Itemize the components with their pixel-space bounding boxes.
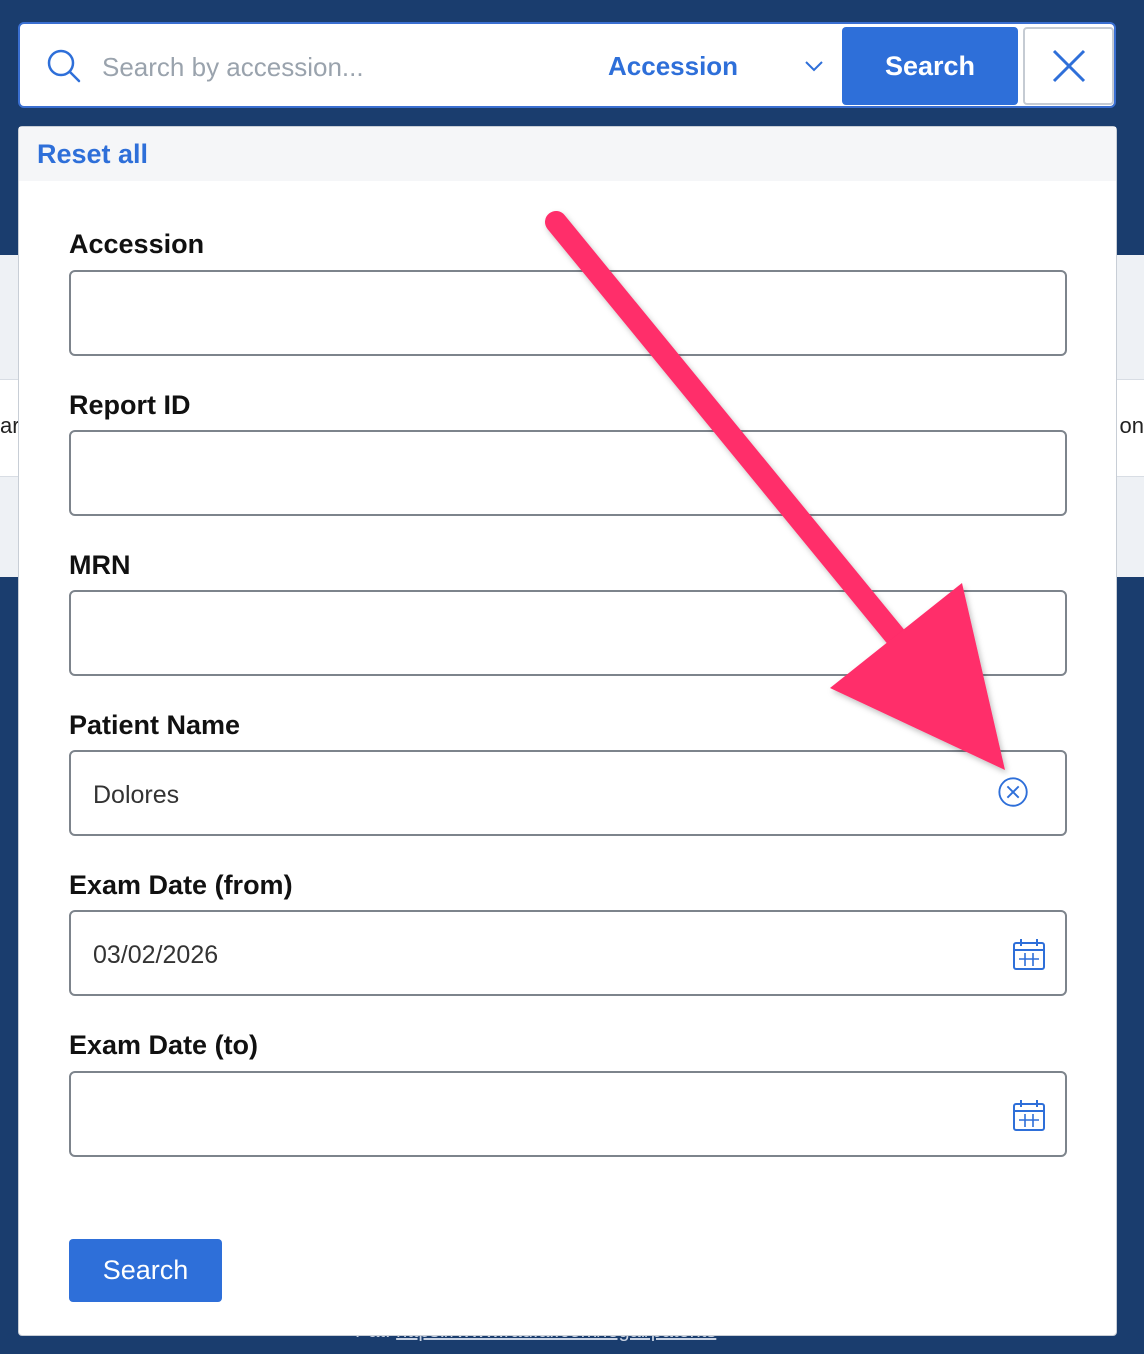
search-mode-label: Accession xyxy=(608,50,739,81)
search-icon xyxy=(47,49,81,83)
background-text-fragment-left: ar xyxy=(0,413,20,438)
search-mode-select[interactable]: Accession xyxy=(590,42,840,90)
background-text-fragment-right: on xyxy=(1119,413,1144,438)
exam-date-from-input[interactable] xyxy=(91,932,975,978)
close-button[interactable] xyxy=(1023,27,1114,105)
search-button[interactable]: Search xyxy=(842,27,1018,105)
report-id-field[interactable] xyxy=(69,430,1067,516)
search-bar: Accession Search xyxy=(18,22,1116,108)
accession-field[interactable] xyxy=(69,270,1067,356)
exam-date-to-input[interactable] xyxy=(91,1093,975,1139)
reset-all-link[interactable]: Reset all xyxy=(37,139,148,170)
accession-input[interactable] xyxy=(91,292,975,338)
calendar-icon[interactable] xyxy=(1011,937,1047,973)
chevron-down-icon xyxy=(805,61,823,72)
report-id-input[interactable] xyxy=(91,452,975,498)
panel-header: Reset all xyxy=(19,127,1116,181)
clear-circle-icon[interactable] xyxy=(997,776,1031,810)
exam-date-to-field[interactable] xyxy=(69,1071,1067,1157)
patient-name-field[interactable] xyxy=(69,750,1067,836)
accession-label: Accession xyxy=(69,229,205,259)
mrn-input[interactable] xyxy=(91,612,975,658)
search-input[interactable] xyxy=(100,44,574,90)
calendar-icon[interactable] xyxy=(1011,1098,1047,1134)
exam-date-to-label: Exam Date (to) xyxy=(69,1030,259,1060)
mrn-field[interactable] xyxy=(69,590,1067,676)
apply-search-button[interactable]: Search xyxy=(69,1239,222,1302)
close-icon xyxy=(1052,49,1085,83)
patient-name-input[interactable] xyxy=(91,772,975,818)
exam-date-from-field[interactable] xyxy=(69,910,1067,996)
mrn-label: MRN xyxy=(69,550,131,580)
exam-date-from-label: Exam Date (from) xyxy=(69,870,293,900)
advanced-search-panel: Reset all Accession Report ID MRN Patien… xyxy=(18,126,1117,1336)
patient-name-label: Patient Name xyxy=(69,710,241,740)
report-id-label: Report ID xyxy=(69,390,191,420)
